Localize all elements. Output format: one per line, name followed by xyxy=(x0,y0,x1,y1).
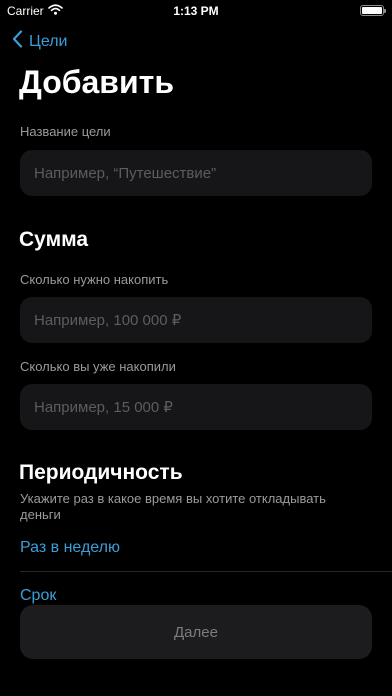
periodicity-option[interactable]: Раз в неделю xyxy=(20,539,120,557)
goal-name-input[interactable] xyxy=(20,150,372,196)
goal-name-field[interactable] xyxy=(20,150,372,196)
target-amount-label: Сколько нужно накопить xyxy=(20,272,169,287)
status-bar: Carrier 1:13 PM xyxy=(0,0,392,22)
next-button[interactable]: Далее xyxy=(20,605,372,659)
amount-section-title: Сумма xyxy=(19,228,89,251)
chevron-left-icon xyxy=(12,30,23,53)
periodicity-hint: Укажите раз в какое время вы хотите откл… xyxy=(20,491,326,522)
status-time: 1:13 PM xyxy=(173,4,219,18)
page-title: Добавить xyxy=(19,64,174,100)
back-button-label: Цели xyxy=(29,32,68,50)
divider xyxy=(20,571,392,572)
home-indicator xyxy=(129,690,263,694)
target-amount-input[interactable] xyxy=(20,297,372,343)
goal-name-label: Название цели xyxy=(20,124,111,139)
battery-level xyxy=(362,7,382,14)
periodicity-section-title: Периодичность xyxy=(19,461,183,484)
deadline-link[interactable]: Срок xyxy=(20,587,56,605)
back-button[interactable]: Цели xyxy=(12,30,67,53)
saved-amount-label: Сколько вы уже накопили xyxy=(20,359,176,374)
saved-amount-field[interactable] xyxy=(20,384,372,430)
status-bar-right xyxy=(360,5,386,16)
battery-icon xyxy=(360,5,386,16)
target-amount-field[interactable] xyxy=(20,297,372,343)
saved-amount-input[interactable] xyxy=(20,384,372,430)
